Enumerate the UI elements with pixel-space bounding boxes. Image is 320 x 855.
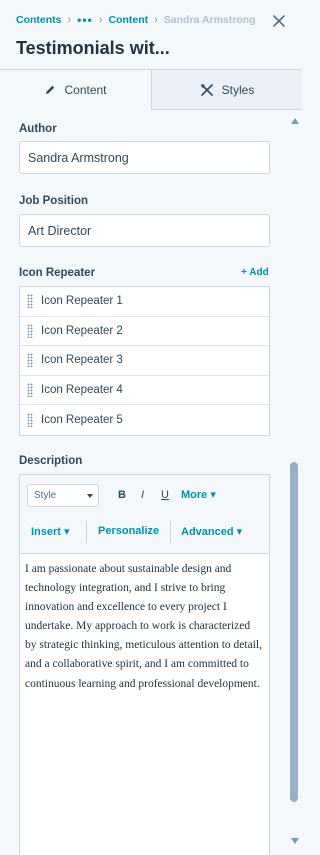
list-item[interactable]: Icon Repeater 3 [20,346,269,376]
personalize-button[interactable]: Personalize [98,525,159,537]
tab-styles-label: Styles [221,82,255,97]
scrollbar[interactable] [288,110,302,855]
tab-styles[interactable]: Styles [152,70,302,110]
breadcrumb: Contents › ••• › Content › Sandra Armstr… [16,13,256,27]
italic-button[interactable]: I [141,489,144,501]
underline-button[interactable]: U [161,489,169,501]
toolbar-divider [86,521,87,543]
insert-button-label: Insert [31,526,61,538]
scrollbar-thumb[interactable] [290,462,298,802]
breadcrumb-current: Sandra Armstrong [163,14,256,26]
icon-repeater-label: Icon Repeater [19,267,96,279]
job-position-label: Job Position [19,195,88,207]
drag-handle-icon[interactable] [27,353,33,368]
more-button[interactable]: More ▾ [181,488,216,501]
author-input[interactable]: Sandra Armstrong [19,141,270,174]
list-item[interactable]: Icon Repeater 5 [20,405,269,435]
add-repeater-button[interactable]: + Add [241,267,269,278]
drag-handle-icon[interactable] [27,383,33,398]
style-dropdown-value: Style [34,490,57,501]
tab-bar: Content Styles [0,70,302,110]
author-label: Author [19,123,57,135]
list-item[interactable]: Icon Repeater 2 [20,317,269,347]
style-dropdown[interactable]: Style [27,484,99,507]
tab-content-label: Content [64,83,107,97]
more-button-label: More [181,489,208,501]
list-item-label: Icon Repeater 5 [41,414,123,427]
bold-button[interactable]: B [118,489,126,501]
page-title: Testimonials wit... [16,38,170,58]
chevron-down-icon: ▾ [210,489,216,501]
list-item-label: Icon Repeater 1 [41,295,123,308]
chevron-down-icon: ▾ [64,526,70,538]
job-position-input[interactable]: Art Director [19,214,270,247]
breadcrumb-contents-link[interactable]: Contents [16,14,62,26]
chevron-down-icon [87,494,93,498]
drag-handle-icon[interactable] [27,294,33,309]
drag-handle-icon[interactable] [27,413,33,428]
list-item-label: Icon Repeater 2 [41,324,123,337]
list-item[interactable]: Icon Repeater 4 [20,376,269,406]
close-icon[interactable] [272,14,286,28]
content-panel: Author Sandra Armstrong Job Position Art… [0,110,288,855]
icon-repeater-list: Icon Repeater 1 Icon Repeater 2 Icon Rep… [19,286,270,436]
panel-header: Contents › ••• › Content › Sandra Armstr… [0,0,302,70]
advanced-button-label: Advanced [181,526,234,538]
pencil-icon [46,85,55,94]
description-label: Description [19,455,83,467]
breadcrumb-overflow-button[interactable]: ••• [77,13,93,27]
drag-handle-icon[interactable] [27,323,33,338]
breadcrumb-separator-icon: › [154,14,158,26]
editor-toolbar: Style B I U More ▾ Insert ▾ Personalize … [20,475,269,554]
chevron-down-icon: ▾ [236,526,243,538]
list-item-label: Icon Repeater 3 [41,354,123,367]
breadcrumb-separator-icon: › [98,14,103,26]
insert-button[interactable]: Insert ▾ [31,525,70,538]
breadcrumb-separator-icon: › [67,14,72,26]
tab-content[interactable]: Content [0,70,152,110]
toolbar-divider [170,521,171,543]
rich-text-editor: Style B I U More ▾ Insert ▾ Personalize … [19,474,270,855]
description-text[interactable]: I am passionate about sustainable design… [20,554,269,694]
list-item[interactable]: Icon Repeater 1 [20,287,269,317]
scroll-up-icon[interactable] [291,118,299,124]
advanced-button[interactable]: Advanced ▾ [181,525,242,538]
scroll-down-icon[interactable] [291,838,299,844]
breadcrumb-content-link[interactable]: Content [108,14,148,26]
styles-icon [200,83,213,96]
list-item-label: Icon Repeater 4 [41,384,123,397]
